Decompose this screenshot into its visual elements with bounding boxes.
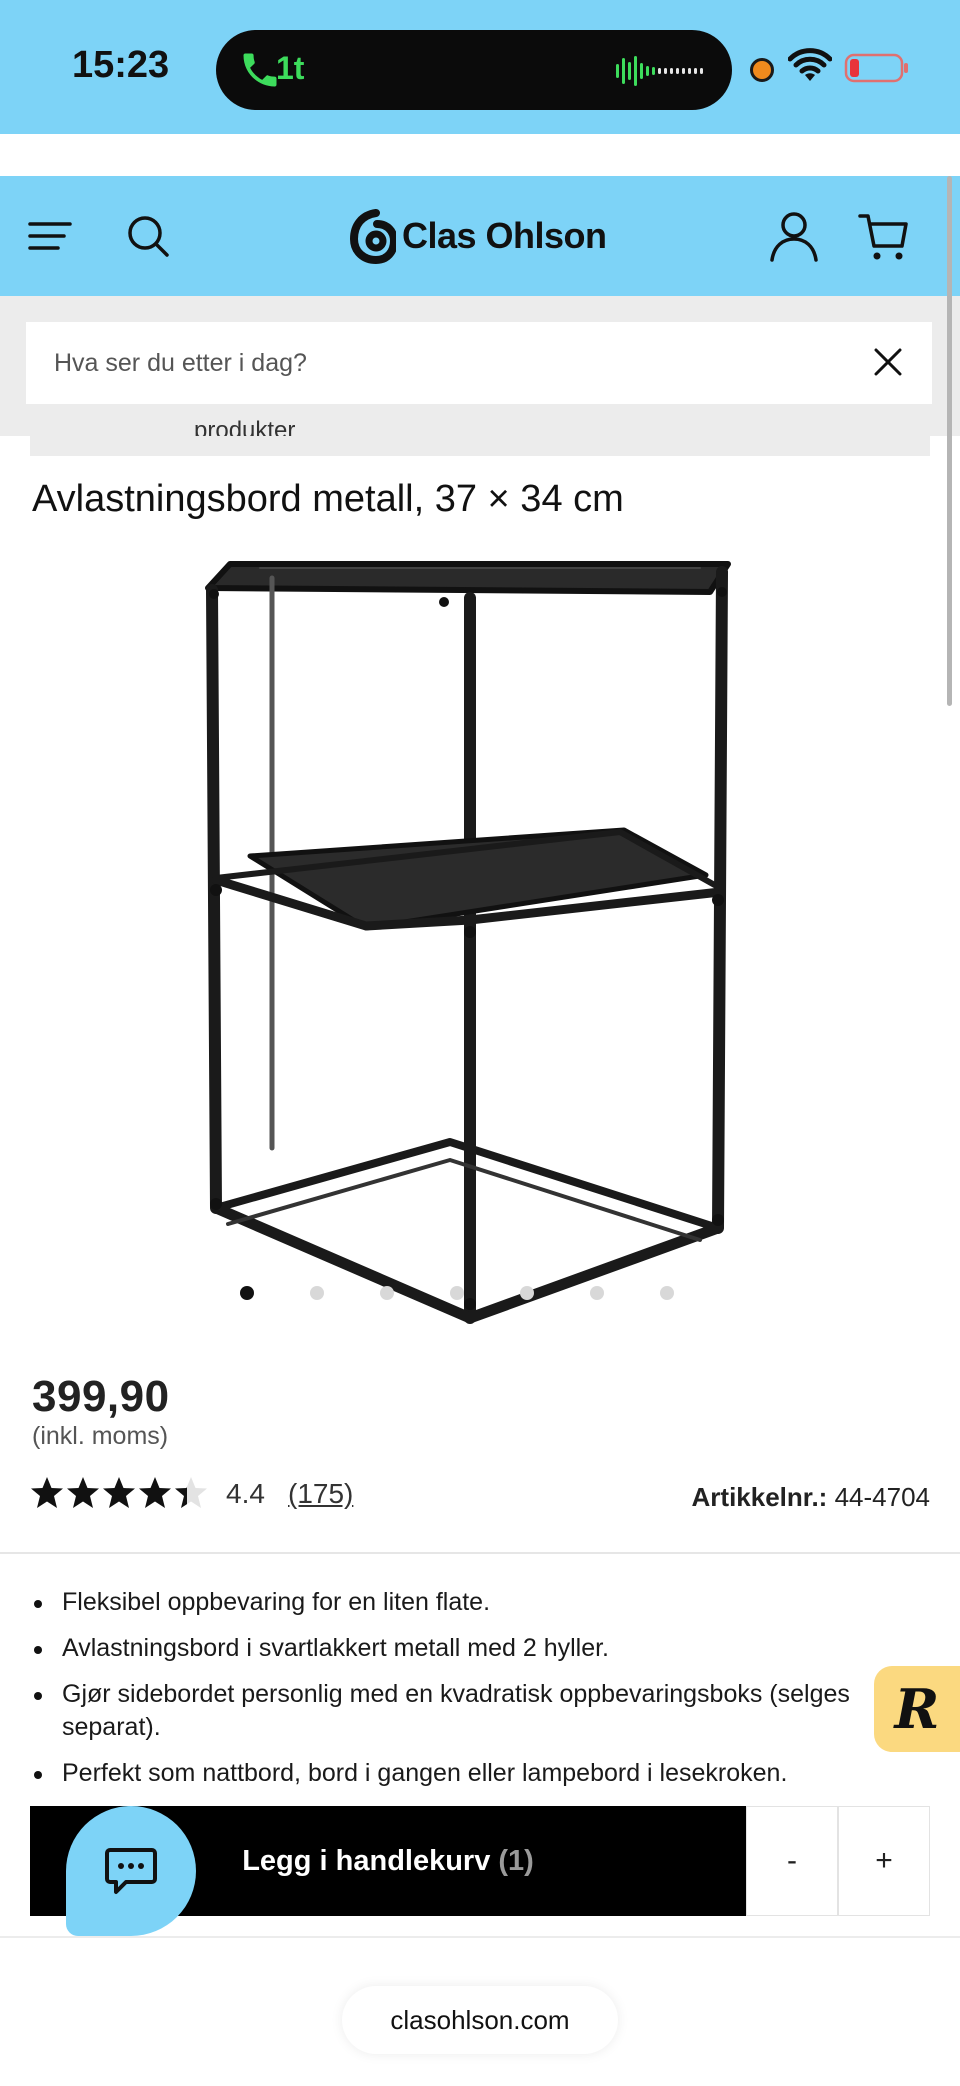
add-to-cart-label: Legg i handlekurv xyxy=(242,1844,491,1877)
article-value: 44-4704 xyxy=(834,1482,930,1512)
logo-mark-icon xyxy=(349,209,396,265)
divider xyxy=(0,1936,960,1938)
rating-stars-icon[interactable] xyxy=(30,1476,210,1510)
search-icon[interactable] xyxy=(122,210,174,262)
product-image[interactable] xyxy=(200,548,760,1328)
dynamic-island[interactable]: 1t xyxy=(216,30,732,110)
list-item: Gjør sidebordet personlig med en kvadrat… xyxy=(30,1678,870,1744)
status-bar: 15:23 1t xyxy=(0,0,960,134)
carousel-dot[interactable] xyxy=(310,1286,324,1300)
r-widget-button[interactable]: R xyxy=(874,1666,960,1752)
scrollbar[interactable] xyxy=(947,176,952,706)
brand-logo[interactable]: Clas Ohlson xyxy=(348,206,607,266)
product-price: 399,90 xyxy=(32,1372,170,1421)
status-time: 15:23 xyxy=(72,44,170,86)
menu-icon[interactable] xyxy=(26,210,78,262)
search-input[interactable] xyxy=(54,322,834,404)
cart-quantity: (1) xyxy=(498,1844,534,1877)
decrease-quantity-button[interactable]: - xyxy=(746,1806,838,1916)
site-header: Clas Ohlson xyxy=(0,176,960,296)
increase-quantity-button[interactable]: + xyxy=(838,1806,930,1916)
list-item: Fleksibel oppbevaring for en liten flate… xyxy=(30,1586,870,1619)
product-title: Avlastningsbord metall, 37 × 34 cm xyxy=(32,478,624,520)
carousel-dot[interactable] xyxy=(590,1286,604,1300)
account-icon[interactable] xyxy=(766,208,822,264)
recording-dot-icon xyxy=(750,58,774,82)
search-suggestion-partial[interactable]: produkter xyxy=(194,419,295,437)
vat-note: (inkl. moms) xyxy=(32,1422,169,1450)
browser-url-bar[interactable]: clasohlson.com xyxy=(342,1986,618,2054)
search-box xyxy=(26,322,932,404)
audio-wave-icon xyxy=(616,56,703,86)
carousel-dot[interactable] xyxy=(240,1286,254,1300)
rating-row: 4.4 (175) Artikkelnr.: 44-4704 xyxy=(30,1474,930,1514)
close-icon[interactable] xyxy=(868,342,908,382)
call-duration: 1t xyxy=(276,50,305,86)
search-suggestion-strip xyxy=(30,436,930,456)
search-panel xyxy=(0,296,960,436)
chat-icon xyxy=(105,1848,157,1894)
carousel-dot[interactable] xyxy=(380,1286,394,1300)
carousel-dot[interactable] xyxy=(660,1286,674,1300)
carousel-dot[interactable] xyxy=(520,1286,534,1300)
article-number: Artikkelnr.: 44-4704 xyxy=(692,1482,930,1513)
battery-low-icon xyxy=(844,53,908,83)
chat-button[interactable] xyxy=(66,1806,196,1936)
rating-value: 4.4 xyxy=(226,1478,265,1509)
article-label: Artikkelnr.: xyxy=(691,1482,828,1512)
feature-list: Fleksibel oppbevaring for en liten flate… xyxy=(30,1586,870,1803)
list-item: Avlastningsbord i svartlakkert metall me… xyxy=(30,1632,870,1665)
wifi-icon xyxy=(788,48,832,81)
carousel-dot[interactable] xyxy=(450,1286,464,1300)
cart-icon[interactable] xyxy=(856,208,912,264)
image-carousel-dots xyxy=(240,1286,680,1302)
divider xyxy=(0,1552,960,1554)
brand-name: Clas Ohlson xyxy=(402,215,607,256)
list-item: Perfekt som nattbord, bord i gangen elle… xyxy=(30,1757,870,1790)
review-count-link[interactable]: (175) xyxy=(288,1478,353,1510)
